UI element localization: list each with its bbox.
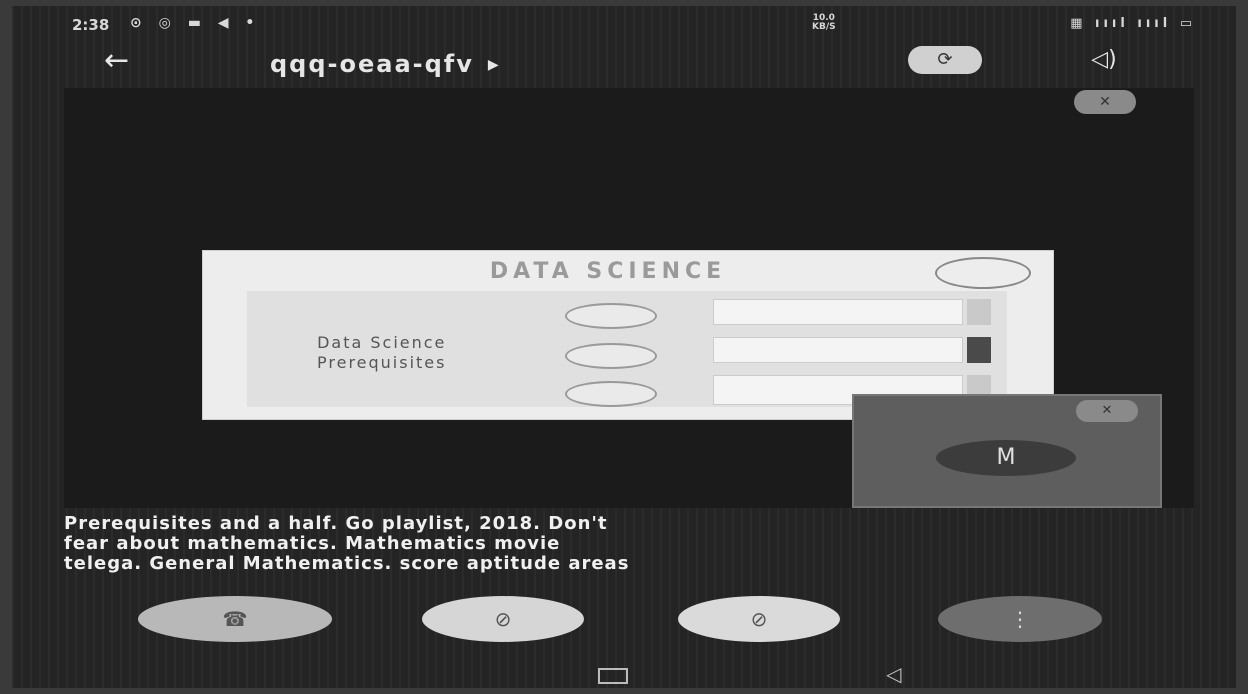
switch-camera-icon[interactable]: ⟳	[908, 46, 982, 74]
status-time: 2:38	[72, 16, 110, 34]
slide-logo	[935, 257, 1031, 289]
diagram-node	[565, 381, 657, 407]
status-bar: 2:38 ⊙ ◎ ▬ ◀ • 10.0 KB/S ▦ ıııl ıııl ▭	[12, 6, 1236, 42]
toggle-video-button[interactable]: ⊘	[422, 596, 584, 642]
self-view-tile[interactable]: ✕ M	[852, 394, 1162, 508]
live-captions: Prerequisites and a half. Go playlist, 2…	[64, 514, 1174, 574]
diagram-row-cap	[967, 337, 991, 363]
call-controls: ☎ ⊘ ⊘ ⋮	[12, 594, 1236, 650]
back-arrow-icon[interactable]: ←	[104, 46, 144, 76]
phone-hangup-icon: ☎	[222, 607, 248, 631]
self-mic-off-icon: ✕	[1076, 400, 1138, 422]
system-nav-bar: ◁	[12, 660, 1236, 688]
more-options-button[interactable]: ⋮	[938, 596, 1102, 642]
caption-line: telega. General Mathematics. score aptit…	[64, 553, 630, 574]
signal-battery-icons: ▦ ıııl ıııl ▭	[1070, 16, 1196, 31]
phone-screen: 2:38 ⊙ ◎ ▬ ◀ • 10.0 KB/S ▦ ıııl ıııl ▭ ←…	[12, 6, 1236, 688]
diagram-row	[713, 299, 963, 325]
avatar: M	[936, 440, 1076, 476]
call-header: ← qqq-oeaa-qfv ▶ ⟳ ◁)	[12, 42, 1236, 86]
meeting-code-title[interactable]: qqq-oeaa-qfv ▶	[270, 50, 501, 78]
caption-line: Prerequisites and a half. Go playlist, 2…	[64, 513, 608, 534]
caption-line: fear about mathematics. Mathematics movi…	[64, 533, 561, 554]
slide-diagram: Data Science Prerequisites	[247, 291, 1007, 407]
toggle-mic-button[interactable]: ⊘	[678, 596, 840, 642]
home-icon[interactable]	[598, 668, 628, 684]
network-speed: 10.0 KB/S	[812, 13, 836, 32]
diagram-node	[565, 343, 657, 369]
meeting-code: qqq-oeaa-qfv	[270, 50, 474, 78]
nav-back-icon[interactable]: ◁	[886, 662, 901, 686]
diagram-row-cap	[967, 299, 991, 325]
notification-icons: ⊙ ◎ ▬ ◀ •	[130, 15, 261, 31]
chevron-right-icon: ▶	[487, 57, 501, 73]
speaker-icon[interactable]: ◁)	[1076, 46, 1132, 74]
diagram-node	[565, 303, 657, 329]
presenter-mic-off-icon: ✕	[1074, 90, 1136, 114]
end-call-button[interactable]: ☎	[138, 596, 332, 642]
more-vertical-icon: ⋮	[1010, 607, 1030, 631]
diagram-row	[713, 337, 963, 363]
slide-subtitle: Data Science Prerequisites	[317, 333, 447, 372]
slide-title: DATA SCIENCE	[489, 259, 727, 284]
video-off-icon: ⊘	[494, 607, 512, 631]
mic-off-icon: ⊘	[750, 607, 768, 631]
